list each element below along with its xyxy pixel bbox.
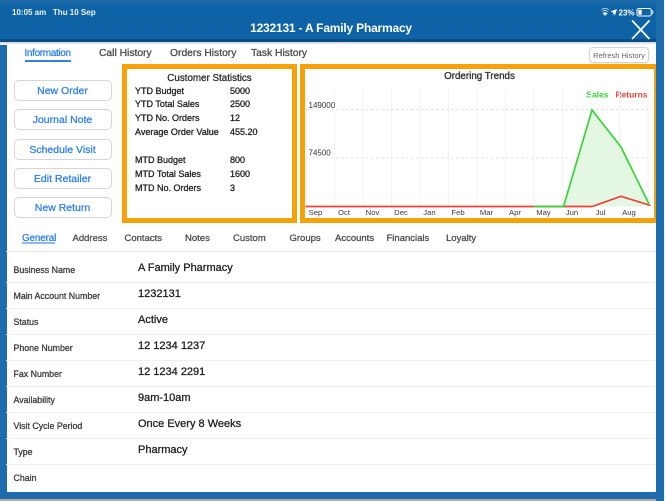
svg-text:Jan: Jan: [423, 208, 435, 217]
svg-text:Oct: Oct: [338, 208, 351, 217]
svg-text:Returns: Returns: [615, 90, 647, 100]
svg-text:149000: 149000: [309, 101, 336, 110]
svg-text:Dec: Dec: [394, 208, 408, 217]
svg-text:Jun: Jun: [566, 208, 578, 217]
svg-text:23%: 23%: [619, 8, 635, 17]
svg-text:Sep: Sep: [309, 208, 323, 217]
svg-text:Apr: Apr: [509, 208, 521, 217]
svg-text:Sales: Sales: [586, 90, 608, 100]
svg-text:Mar: Mar: [480, 208, 494, 217]
svg-text:Feb: Feb: [451, 208, 464, 217]
svg-text:Nov: Nov: [366, 208, 380, 217]
svg-text:74500: 74500: [309, 149, 332, 158]
svg-text:Jul: Jul: [596, 208, 606, 217]
svg-text:Aug: Aug: [622, 208, 636, 217]
svg-text:May: May: [536, 208, 551, 217]
